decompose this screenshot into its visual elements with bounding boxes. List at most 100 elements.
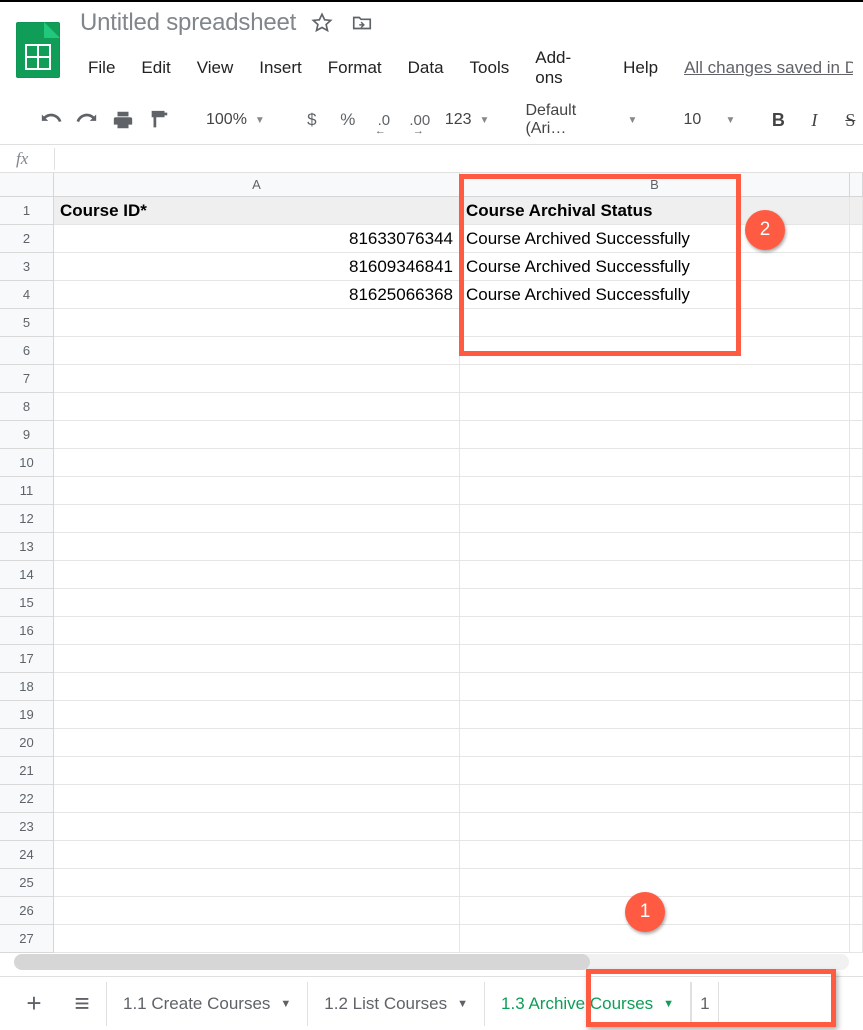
row-header[interactable]: 13: [0, 533, 54, 561]
print-icon[interactable]: [108, 105, 138, 135]
sheet-tab-partial[interactable]: 1: [691, 982, 718, 1026]
cell-C22[interactable]: [850, 785, 863, 813]
cell-C17[interactable]: [850, 645, 863, 673]
cell-B11[interactable]: [460, 477, 850, 505]
cell-C9[interactable]: [850, 421, 863, 449]
cell-C11[interactable]: [850, 477, 863, 505]
star-icon[interactable]: [308, 9, 336, 37]
scrollbar-thumb[interactable]: [14, 954, 590, 970]
cell-A23[interactable]: [54, 813, 460, 841]
all-sheets-button[interactable]: ≡: [58, 982, 106, 1026]
row-header[interactable]: 27: [0, 925, 54, 953]
cell-B16[interactable]: [460, 617, 850, 645]
row-header[interactable]: 24: [0, 841, 54, 869]
column-header-B[interactable]: B: [460, 173, 850, 197]
row-header[interactable]: 21: [0, 757, 54, 785]
cell-C26[interactable]: [850, 897, 863, 925]
row-header[interactable]: 11: [0, 477, 54, 505]
cell-B6[interactable]: [460, 337, 850, 365]
cell-B17[interactable]: [460, 645, 850, 673]
paint-format-icon[interactable]: [144, 105, 174, 135]
cell-B7[interactable]: [460, 365, 850, 393]
cell-C27[interactable]: [850, 925, 863, 953]
cell-A21[interactable]: [54, 757, 460, 785]
cell-A2[interactable]: 81633076344: [54, 225, 460, 253]
font-size-caret-icon[interactable]: ▼: [725, 115, 735, 126]
menu-file[interactable]: File: [80, 54, 123, 82]
cell-C12[interactable]: [850, 505, 863, 533]
number-format-select[interactable]: 123▼: [441, 111, 494, 129]
add-sheet-button[interactable]: +: [10, 982, 58, 1026]
menu-edit[interactable]: Edit: [133, 54, 178, 82]
cell-B24[interactable]: [460, 841, 850, 869]
row-header[interactable]: 22: [0, 785, 54, 813]
cell-B20[interactable]: [460, 729, 850, 757]
cell-B15[interactable]: [460, 589, 850, 617]
row-header[interactable]: 14: [0, 561, 54, 589]
move-folder-icon[interactable]: [348, 9, 376, 37]
chevron-down-icon[interactable]: ▼: [663, 998, 674, 1010]
cell-C25[interactable]: [850, 869, 863, 897]
cell-B19[interactable]: [460, 701, 850, 729]
menu-tools[interactable]: Tools: [462, 54, 518, 82]
cell-B3[interactable]: Course Archived Successfully: [460, 253, 850, 281]
cell-C10[interactable]: [850, 449, 863, 477]
select-all-cell[interactable]: [0, 173, 54, 197]
column-header-C[interactable]: [850, 173, 863, 197]
cell-A24[interactable]: [54, 841, 460, 869]
cell-B1[interactable]: Course Archival Status: [460, 197, 850, 225]
cell-A13[interactable]: [54, 533, 460, 561]
cell-A20[interactable]: [54, 729, 460, 757]
column-header-A[interactable]: A: [54, 173, 460, 197]
cell-B23[interactable]: [460, 813, 850, 841]
cell-C3[interactable]: [850, 253, 863, 281]
row-header[interactable]: 18: [0, 673, 54, 701]
cell-A25[interactable]: [54, 869, 460, 897]
font-select[interactable]: Default (Ari…▼: [521, 102, 641, 138]
cell-A11[interactable]: [54, 477, 460, 505]
cell-C4[interactable]: [850, 281, 863, 309]
cell-A15[interactable]: [54, 589, 460, 617]
menu-insert[interactable]: Insert: [251, 54, 310, 82]
cell-C2[interactable]: [850, 225, 863, 253]
cell-B22[interactable]: [460, 785, 850, 813]
percent-button[interactable]: %: [333, 105, 363, 135]
menu-add-ons[interactable]: Add-ons: [527, 44, 605, 92]
cell-B26[interactable]: [460, 897, 850, 925]
menu-help[interactable]: Help: [615, 54, 666, 82]
cell-C16[interactable]: [850, 617, 863, 645]
strikethrough-button[interactable]: S: [835, 105, 863, 135]
sheet-tab-1-2-list-courses[interactable]: 1.2 List Courses▼: [307, 982, 484, 1026]
cell-C21[interactable]: [850, 757, 863, 785]
cell-A10[interactable]: [54, 449, 460, 477]
saved-status[interactable]: All changes saved in D: [684, 58, 853, 78]
italic-button[interactable]: I: [799, 105, 829, 135]
cell-C8[interactable]: [850, 393, 863, 421]
cell-A6[interactable]: [54, 337, 460, 365]
cell-A27[interactable]: [54, 925, 460, 953]
cell-A22[interactable]: [54, 785, 460, 813]
formula-input[interactable]: [63, 145, 863, 172]
cell-A12[interactable]: [54, 505, 460, 533]
cell-C13[interactable]: [850, 533, 863, 561]
row-header[interactable]: 2: [0, 225, 54, 253]
row-header[interactable]: 3: [0, 253, 54, 281]
chevron-down-icon[interactable]: ▼: [457, 998, 468, 1010]
sheet-tab-1-3-archive-courses[interactable]: 1.3 Archive Courses▼: [484, 982, 691, 1026]
cell-C6[interactable]: [850, 337, 863, 365]
row-header[interactable]: 7: [0, 365, 54, 393]
row-header[interactable]: 1: [0, 197, 54, 225]
font-size-select[interactable]: 10: [669, 111, 715, 129]
zoom-select[interactable]: 100%▼: [202, 111, 269, 129]
cell-C23[interactable]: [850, 813, 863, 841]
redo-icon[interactable]: [72, 105, 102, 135]
cell-B9[interactable]: [460, 421, 850, 449]
cell-A19[interactable]: [54, 701, 460, 729]
cell-A16[interactable]: [54, 617, 460, 645]
cell-C15[interactable]: [850, 589, 863, 617]
sheet-tab-1-1-create-courses[interactable]: 1.1 Create Courses▼: [106, 982, 307, 1026]
cell-C18[interactable]: [850, 673, 863, 701]
cell-B27[interactable]: [460, 925, 850, 953]
bold-button[interactable]: B: [763, 105, 793, 135]
cell-B21[interactable]: [460, 757, 850, 785]
